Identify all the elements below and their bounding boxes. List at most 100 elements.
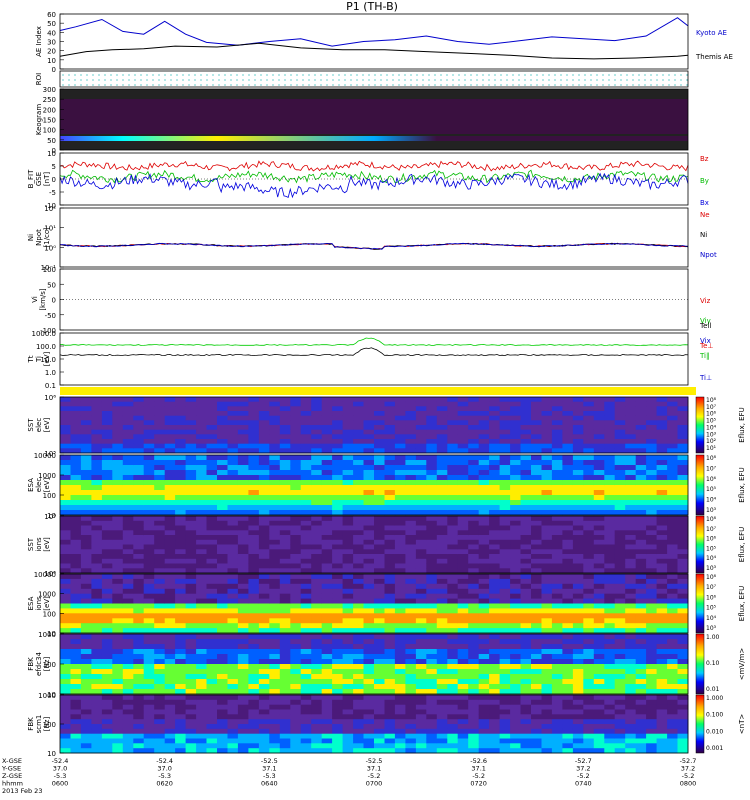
spectrogram-cell — [154, 583, 166, 590]
spectrogram-cell — [625, 495, 637, 501]
spectrogram-cell — [133, 434, 145, 440]
spectrogram-cell — [185, 549, 197, 555]
roi-dot — [350, 84, 352, 86]
spectrogram-cell — [175, 549, 186, 555]
ae-series-line — [59, 42, 689, 60]
spectrogram-cell — [625, 583, 637, 590]
spectrogram-cell — [101, 743, 113, 749]
spectrogram-cell — [625, 439, 637, 445]
spectrogram-cell — [217, 593, 228, 599]
spectrogram-cell — [122, 420, 134, 426]
spectrogram-cell — [279, 719, 291, 725]
spectrogram-cell — [80, 733, 92, 739]
spectrogram-cell — [447, 401, 459, 407]
spectrogram-cell — [133, 510, 145, 516]
spectrogram-cell — [447, 455, 459, 461]
b-legend: By — [700, 177, 709, 185]
spectrogram-cell — [426, 623, 438, 629]
spectrogram-cell — [374, 406, 385, 412]
spectrogram-cell — [520, 411, 532, 417]
spectrogram-cell — [468, 639, 480, 645]
spectrogram-cell — [384, 455, 396, 461]
spectrogram-cell — [625, 695, 637, 701]
spectrogram-cell — [583, 439, 595, 445]
spectrogram-cell — [122, 578, 134, 585]
spectrogram-cell — [572, 563, 584, 569]
spectrogram-cell — [614, 593, 626, 599]
roi-dot — [344, 74, 346, 76]
colorbar-bar — [695, 396, 705, 454]
spectrogram-cell — [279, 460, 291, 466]
spectrogram-cell — [185, 578, 197, 585]
spectrogram-cell — [258, 549, 270, 555]
spectrogram-cell — [290, 500, 302, 506]
spectrogram-cell — [677, 603, 689, 609]
spectrogram-cell — [332, 401, 343, 407]
spectrogram-cell — [70, 475, 82, 481]
spectrogram-cell — [237, 520, 249, 526]
spectrogram-cell — [101, 598, 113, 604]
spectrogram-cell — [279, 397, 291, 403]
spectrogram-cell — [196, 535, 207, 541]
spectrogram-cell — [510, 420, 521, 426]
spectrogram-cell — [405, 743, 417, 749]
spectrogram-cell — [70, 719, 82, 725]
spectrogram-cell — [332, 420, 343, 426]
spectrogram-cell — [478, 425, 490, 431]
roi-dot — [410, 84, 412, 86]
spectrogram-cell — [520, 465, 532, 471]
spectrogram-cell — [499, 455, 511, 461]
spectrogram-cell — [321, 613, 333, 619]
spectrogram-cell — [290, 733, 302, 739]
spectrogram-cell — [269, 535, 281, 541]
spectrogram-cell — [541, 429, 553, 435]
spectrogram-cell — [269, 669, 281, 675]
spectrogram-cell — [80, 613, 92, 619]
spectrogram-cell — [290, 574, 302, 580]
b-ylabel: B_FIT GSE [nT] — [27, 169, 51, 188]
spectrogram-cell — [551, 535, 563, 541]
velocity-frame — [59, 268, 689, 331]
spectrogram-cell — [614, 639, 626, 645]
spectrogram-cell — [164, 429, 176, 435]
spectrogram-cell — [614, 429, 626, 435]
spectrogram-cell — [112, 674, 124, 680]
spectrogram-cell — [185, 465, 197, 471]
spectrogram-cell — [667, 669, 678, 675]
spectrogram-cell — [489, 588, 500, 595]
spectrogram-cell — [572, 434, 584, 440]
roi-dot — [452, 84, 454, 86]
spectrogram-cell — [447, 608, 459, 614]
spectrogram-cell — [217, 613, 228, 619]
spectrogram-cell — [520, 439, 532, 445]
roi-dot — [482, 84, 484, 86]
roi-dot — [302, 74, 304, 76]
spectrogram-cell — [447, 415, 459, 421]
spectrogram-cell — [447, 728, 459, 734]
spectrogram-cell — [614, 578, 626, 585]
spectrogram-cell — [185, 674, 197, 680]
roi-dot — [350, 74, 352, 76]
spectrogram-cell — [520, 485, 532, 491]
ylabel-line: [Hz] — [43, 717, 51, 732]
spectrogram-cell — [311, 397, 323, 403]
spectrogram-cell — [656, 689, 668, 695]
spectrogram-cell — [353, 539, 364, 545]
spectrogram-cell — [269, 728, 281, 734]
roi-dot — [524, 84, 526, 86]
spectrogram-cell — [374, 525, 385, 531]
spectrogram-cell — [384, 738, 396, 744]
spectrogram-cell — [593, 505, 605, 511]
spectrogram-cell — [489, 714, 500, 720]
spectrogram-cell — [342, 583, 354, 590]
spectrogram-cell — [447, 554, 459, 560]
spectrogram-cell — [583, 549, 595, 555]
spectrogram-cell — [91, 639, 103, 645]
spectrogram-cell — [80, 411, 92, 417]
spectrogram-cell — [290, 583, 302, 590]
spectrogram-cell — [332, 728, 343, 734]
temp-series-line — [59, 347, 689, 357]
spectrogram-cell — [531, 520, 542, 526]
roi-dot — [626, 84, 628, 86]
spectrogram-cell — [478, 679, 490, 685]
